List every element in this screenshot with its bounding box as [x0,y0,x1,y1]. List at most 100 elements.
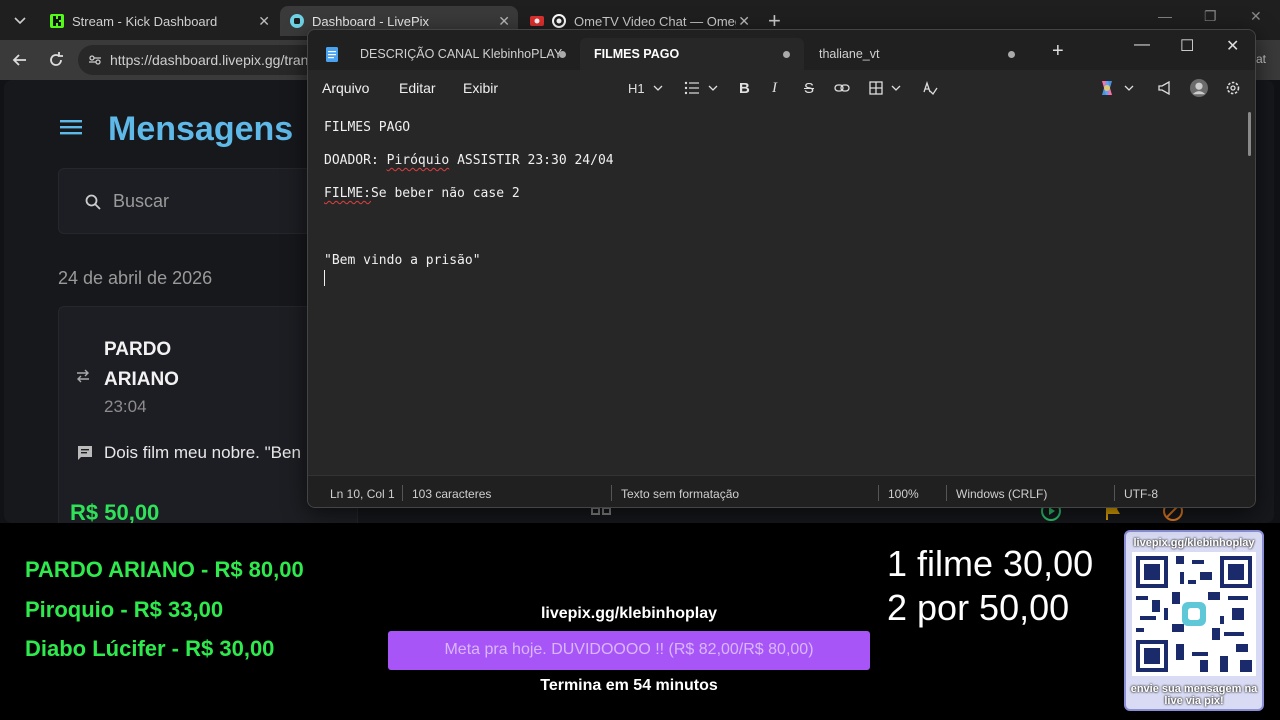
divider [402,485,403,501]
editor-line: "Bem vindo a prisão" [324,253,481,268]
url-text: https://dashboard.livepix.gg/tran [110,52,309,68]
goal-progress-bar: Meta pra hoje. DUVIDOOOO !! (R$ 82,00/R$… [388,631,870,670]
character-count: 103 caracteres [412,487,492,501]
zoom-level[interactable]: 100% [888,487,919,501]
notepad-tab-strip: DESCRIÇÃO CANAL KlebinhoPLAY FILMES PAGO… [308,30,1255,70]
ometv-logo-icon [552,14,566,28]
stream-overlay: PARDO ARIANO - R$ 80,00 Piroquio - R$ 33… [0,523,1280,720]
notepad-tab-thaliane[interactable]: thaliane_vt [805,38,1029,70]
misspelled-word: Piróquio [386,153,450,168]
donor-name: PARDO ARIANO [104,339,179,390]
message-time: 23:04 [104,397,147,416]
goal-link-text: livepix.gg/klebinhoplay [540,605,718,622]
notepad-menubar: Arquivo Editar Exibir H1 B I S [308,70,1255,106]
goal-countdown: Termina em 54 minutos [540,677,718,694]
divider [611,485,612,501]
editor-line: FILMES PAGO [324,120,411,135]
message-text: Dois film meu nobre. "Ben [104,443,301,462]
announcement-icon[interactable] [1157,79,1173,97]
notepad-minimize-icon[interactable]: — [1134,36,1150,54]
notepad-window: DESCRIÇÃO CANAL KlebinhoPLAY FILMES PAGO… [307,29,1256,508]
notepad-maximize-icon[interactable]: ☐ [1180,36,1194,56]
spellcheck-icon[interactable] [922,79,938,97]
table-icon [869,81,883,95]
close-tab-icon[interactable]: ✕ [258,13,270,30]
browser-tab-kick[interactable]: Stream - Kick Dashboard ✕ [40,6,278,36]
menu-arquivo[interactable]: Arquivo [322,80,369,96]
truncated-tab-text: at [1256,52,1267,66]
cursor-position: Ln 10, Col 1 [330,487,395,501]
hamburger-menu-icon[interactable] [60,118,82,136]
editor-line: DOADOR: Piróquio ASSISTIR 23:30 24/04 [324,153,614,168]
strikethrough-icon[interactable]: S [804,79,814,97]
table-dropdown[interactable] [869,79,901,97]
chevron-down-icon [1124,85,1134,91]
browser-tab-label: Dashboard - LivePix [312,13,430,29]
line-text: Se beber não case 2 [370,186,520,201]
price-line: 1 filme 30,00 [887,543,1094,584]
swap-arrows-icon [77,369,89,383]
menu-editar[interactable]: Editar [399,80,436,96]
donation-entry: PARDO ARIANO - R$ 80,00 [25,557,304,582]
unsaved-dot-icon [559,51,566,58]
encoding[interactable]: UTF-8 [1124,487,1158,501]
chevron-down-icon [891,85,901,91]
avatar[interactable] [1189,79,1209,97]
tab-list-chevron-icon[interactable] [12,12,28,28]
notepad-new-tab-plus-icon[interactable]: + [1052,40,1064,63]
notepad-tab-filmes-pago[interactable]: FILMES PAGO [580,38,804,70]
close-tab-icon[interactable]: ✕ [498,13,510,30]
qr-card: livepix.gg/klebinhoplay envie sua mensag… [1124,530,1264,711]
notepad-app-icon [326,46,338,62]
text-editor[interactable]: FILMES PAGO DOADOR: Piróquio ASSISTIR 23… [308,106,1255,475]
misspelled-word: FILME: [324,186,371,201]
gear-icon[interactable] [1225,79,1241,97]
site-info-icon[interactable] [88,53,102,67]
goal-text: Meta pra hoje. DUVIDOOOO !! (R$ 82,00/R$… [444,641,814,658]
notepad-tab-label: thaliane_vt [819,47,880,61]
notepad-tab-label: DESCRIÇÃO CANAL KlebinhoPLAY [360,47,563,61]
notepad-tab-label: FILMES PAGO [594,47,680,61]
back-arrow-icon[interactable] [10,50,30,70]
notepad-tab-descricao[interactable]: DESCRIÇÃO CANAL KlebinhoPLAY [312,38,580,70]
search-icon [85,194,101,210]
bulleted-list-icon [684,81,699,95]
heading-label: H1 [628,80,645,96]
divider [946,485,947,501]
browser-tab-label: Stream - Kick Dashboard [72,13,218,29]
close-window-icon[interactable]: ✕ [1250,8,1262,25]
date-heading: 24 de abril de 2026 [58,268,213,288]
reload-icon[interactable] [46,50,66,70]
line-text: ASSISTIR 23:30 24/04 [449,153,614,168]
link-icon[interactable] [834,79,850,97]
chat-bubble-icon [78,446,92,460]
recording-icon [530,16,544,26]
qr-caption-top: livepix.gg/klebinhoplay [1133,537,1255,549]
unsaved-dot-icon [783,51,790,58]
unsaved-dot-icon [1008,51,1015,58]
restore-icon[interactable]: ❐ [1204,8,1217,25]
browser-tab-label: OmeTV Video Chat — Omegle [574,13,736,29]
italic-icon[interactable]: I [772,79,777,97]
list-dropdown[interactable] [684,79,718,97]
divider [878,485,879,501]
price-line: 2 por 50,00 [887,587,1070,628]
close-tab-icon[interactable]: ✕ [738,13,750,30]
line-ending[interactable]: Windows (CRLF) [956,487,1047,501]
kick-logo-icon [50,14,64,28]
notepad-close-icon[interactable]: ✕ [1226,36,1239,56]
minimize-icon[interactable]: — [1158,8,1172,24]
donation-entry: Piroquio - R$ 33,00 [25,597,224,622]
bold-icon[interactable]: B [739,79,750,97]
copilot-dropdown[interactable] [1098,79,1134,97]
vertical-scrollbar[interactable] [1248,112,1251,156]
chevron-down-icon [653,85,663,91]
search-placeholder: Buscar [113,191,170,211]
heading-dropdown[interactable]: H1 [628,79,663,97]
chevron-down-icon [708,85,718,91]
format-mode[interactable]: Texto sem formatação [621,487,739,501]
divider [1114,485,1115,501]
menu-exibir[interactable]: Exibir [463,80,498,96]
qr-caption-bottom: envie sua mensagem na live via pix! [1130,683,1258,707]
line-text: DOADOR: [324,153,387,168]
